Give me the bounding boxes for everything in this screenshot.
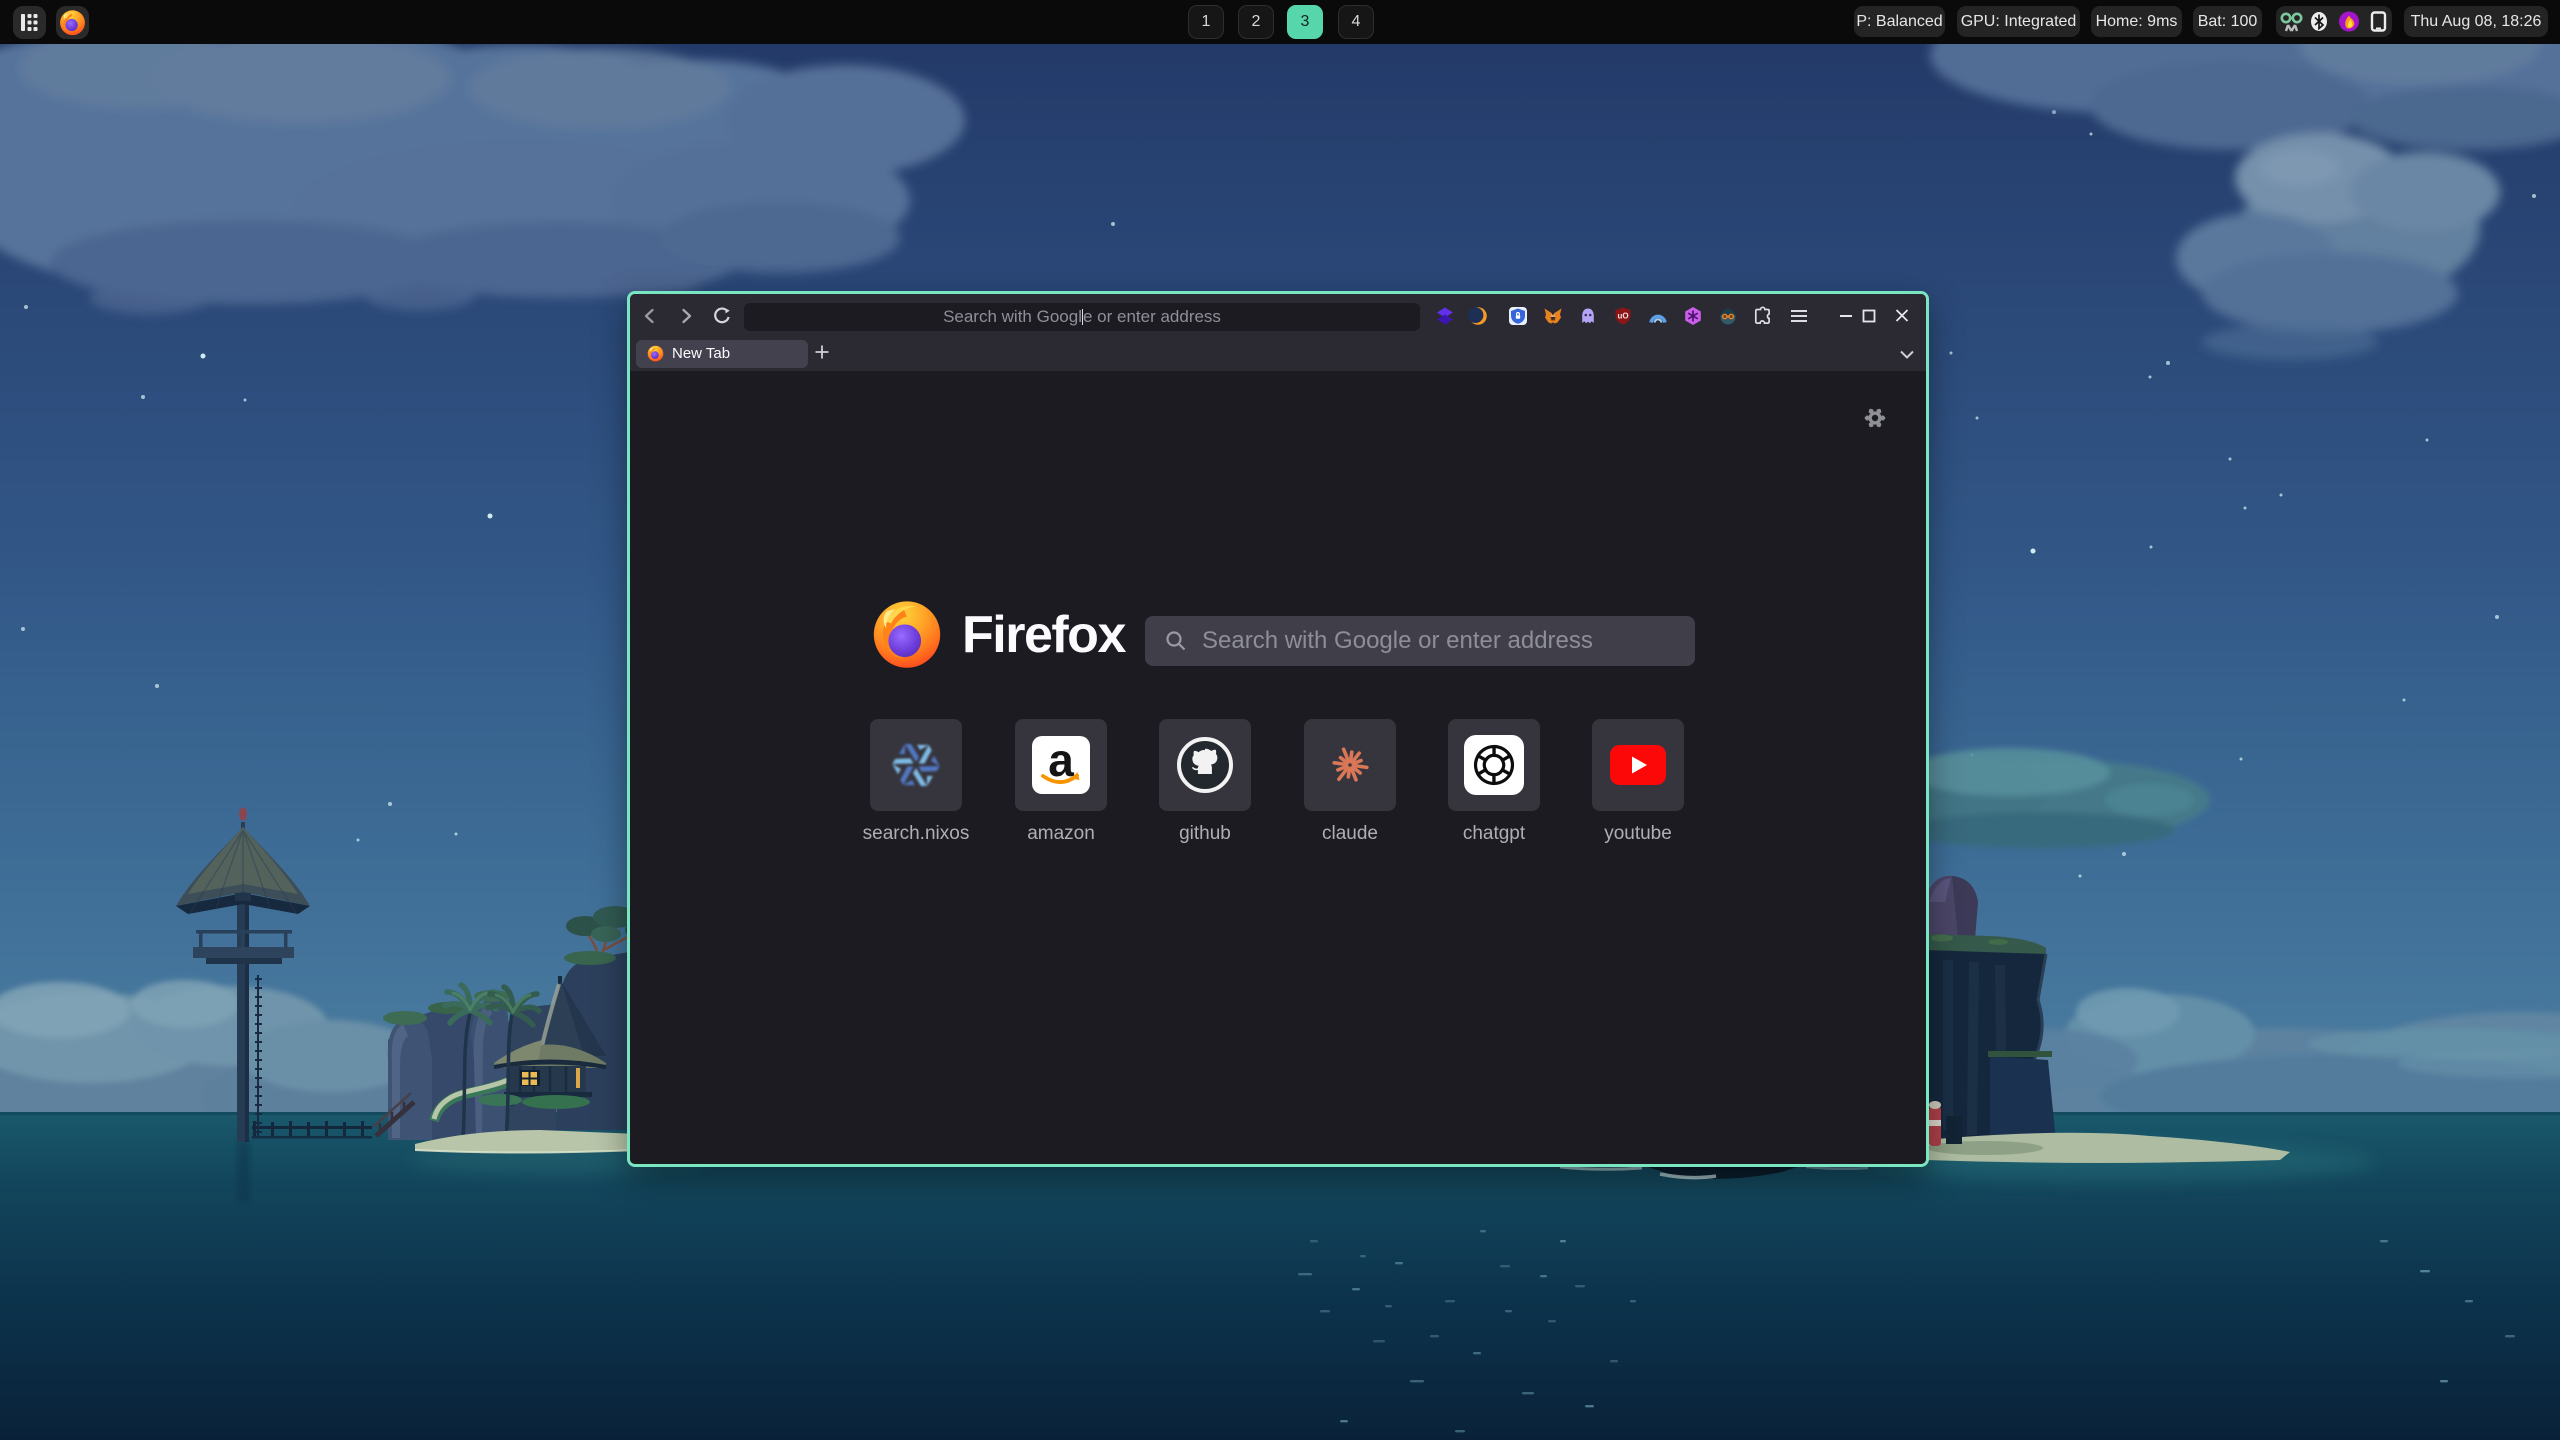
svg-text:uO: uO xyxy=(1617,312,1628,321)
